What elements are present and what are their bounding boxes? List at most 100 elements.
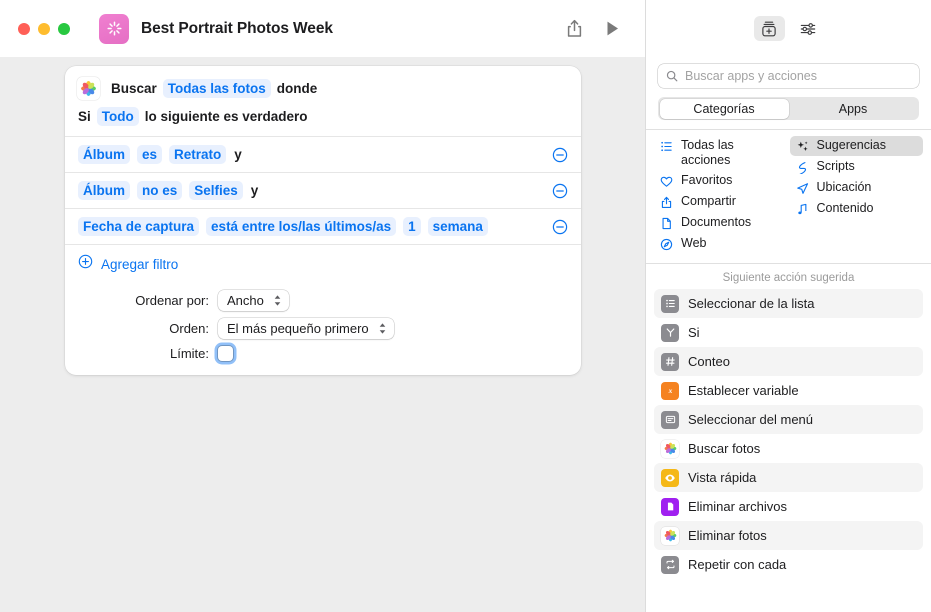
category-item-favoritos[interactable]: Favoritos — [654, 171, 788, 191]
category-item-sugerencias[interactable]: Sugerencias — [789, 136, 923, 156]
editor-pane: Best Portrait Photos Week Buscar Todas l… — [0, 0, 645, 612]
find-photos-action-card[interactable]: Buscar Todas las fotos donde Si Todo lo … — [65, 66, 581, 375]
filter-value-pill[interactable]: 1 — [403, 217, 421, 236]
category-item-ubicacion[interactable]: Ubicación — [790, 178, 924, 198]
action-library-icon[interactable] — [753, 16, 785, 41]
hash-icon — [661, 352, 679, 371]
category-item-todas-las-acciones[interactable]: Todas las acciones — [654, 136, 788, 170]
music-note-icon — [795, 202, 810, 217]
heart-icon — [659, 174, 674, 189]
category-item-compartir[interactable]: Compartir — [654, 192, 788, 212]
traffic-lights — [18, 22, 70, 35]
filter-row[interactable]: Fecha de captura está entre los/las últi… — [65, 208, 581, 244]
condition-row: Si Todo lo siguiente es verdadero — [65, 106, 581, 136]
photos-icon — [77, 77, 100, 100]
sliders-icon[interactable] — [793, 16, 824, 41]
list-item[interactable]: Eliminar archivos — [654, 492, 923, 521]
sparkles-icon — [795, 139, 810, 154]
library-toolbar — [646, 0, 931, 57]
category-item-contenido[interactable]: Contenido — [790, 199, 924, 219]
sort-by-value: Ancho — [227, 293, 264, 308]
shortcut-sparkle-icon — [99, 13, 129, 44]
list-item[interactable]: x Establecer variable — [654, 376, 923, 405]
list-item[interactable]: Vista rápida — [654, 463, 923, 492]
category-label: Web — [681, 236, 707, 250]
chevron-updown-icon — [379, 323, 385, 334]
remove-filter-button[interactable] — [551, 182, 568, 199]
tab-apps[interactable]: Apps — [789, 99, 918, 119]
menu-icon — [661, 410, 679, 429]
list-item[interactable]: Si — [654, 318, 923, 347]
filter-field-pill[interactable]: Fecha de captura — [78, 217, 200, 236]
action-label: Vista rápida — [688, 470, 757, 485]
close-button[interactable] — [18, 22, 30, 35]
sort-by-label: Ordenar por: — [135, 293, 209, 308]
action-where-label: donde — [276, 81, 318, 96]
filter-operator-pill[interactable]: está entre los/las últimos/as — [206, 217, 397, 236]
search-input[interactable]: Buscar apps y acciones — [658, 64, 919, 88]
action-label: Si — [688, 325, 700, 340]
script-icon — [795, 160, 810, 175]
run-button[interactable] — [593, 12, 631, 46]
sort-by-row: Ordenar por: Ancho — [79, 290, 567, 311]
category-label: Compartir — [681, 194, 736, 208]
variable-icon: x — [661, 381, 679, 400]
list-item[interactable]: Seleccionar de la lista — [654, 289, 923, 318]
share-button[interactable] — [555, 12, 593, 46]
list-bullet-icon — [659, 139, 674, 154]
remove-filter-button[interactable] — [551, 146, 568, 163]
filter-field-pill[interactable]: Álbum — [78, 145, 130, 164]
repeat-icon — [661, 555, 679, 574]
category-label: Todas las acciones — [681, 138, 734, 167]
category-item-documentos[interactable]: Documentos — [654, 213, 788, 233]
filter-operator-pill[interactable]: es — [137, 145, 163, 164]
filter-value-pill[interactable]: Selfies — [189, 181, 243, 200]
photos-icon — [661, 439, 679, 458]
filter-unit-pill[interactable]: semana — [427, 217, 488, 236]
sort-by-select[interactable]: Ancho — [218, 290, 289, 311]
action-target-pill[interactable]: Todas las fotos — [162, 79, 271, 98]
order-value: El más pequeño primero — [227, 321, 369, 336]
list-item[interactable]: Buscar fotos — [654, 434, 923, 463]
chevron-updown-icon — [274, 295, 281, 306]
add-filter-label: Agregar filtro — [101, 256, 179, 272]
file-icon — [661, 497, 679, 516]
condition-quantifier-pill[interactable]: Todo — [96, 107, 139, 126]
action-label: Seleccionar del menú — [688, 412, 814, 427]
zoom-button[interactable] — [58, 22, 70, 35]
category-item-scripts[interactable]: Scripts — [790, 157, 924, 177]
category-label: Scripts — [816, 159, 855, 173]
shortcuts-window: Best Portrait Photos Week Buscar Todas l… — [0, 0, 931, 612]
remove-filter-button[interactable] — [551, 218, 568, 235]
minimize-button[interactable] — [38, 22, 50, 35]
list-item[interactable]: Eliminar fotos — [654, 521, 923, 550]
order-row: Orden: El más pequeño primero — [79, 318, 567, 339]
filter-row[interactable]: Álbum no es Selfies y — [65, 172, 581, 208]
list-icon — [661, 294, 679, 313]
filter-operator-pill[interactable]: no es — [137, 181, 183, 200]
tab-categorias[interactable]: Categorías — [659, 98, 789, 119]
list-item[interactable]: Seleccionar del menú — [654, 405, 923, 434]
category-column-right: Sugerencias Scripts Ubicación Contenido — [789, 136, 924, 254]
filter-row[interactable]: Álbum es Retrato y — [65, 136, 581, 172]
action-card-title: Buscar Todas las fotos donde — [111, 79, 317, 98]
editor-canvas: Buscar Todas las fotos donde Si Todo lo … — [0, 57, 645, 612]
filter-value-pill[interactable]: Retrato — [169, 145, 227, 164]
category-label: Ubicación — [816, 180, 872, 194]
limit-checkbox[interactable] — [218, 346, 233, 361]
safari-compass-icon — [659, 237, 674, 252]
order-select[interactable]: El más pequeño primero — [218, 318, 394, 339]
category-item-web[interactable]: Web — [654, 234, 788, 254]
filter-field-pill[interactable]: Álbum — [78, 181, 130, 200]
library-pane: Buscar apps y acciones Categorías Apps T… — [645, 0, 931, 612]
action-label: Eliminar fotos — [688, 528, 767, 543]
category-grid: Todas las acciones Favoritos Compartir D… — [646, 129, 931, 263]
suggested-actions-list: Seleccionar de la lista Si Conteo x Esta… — [646, 289, 931, 612]
suggestions-header: Siguiente acción sugerida — [646, 263, 931, 289]
list-item[interactable]: Conteo — [654, 347, 923, 376]
add-filter-row[interactable]: Agregar filtro — [65, 244, 581, 281]
action-card-header: Buscar Todas las fotos donde — [65, 66, 581, 106]
location-arrow-icon — [795, 181, 810, 196]
list-item[interactable]: Repetir con cada — [654, 550, 923, 579]
window-titlebar: Best Portrait Photos Week — [0, 0, 645, 57]
